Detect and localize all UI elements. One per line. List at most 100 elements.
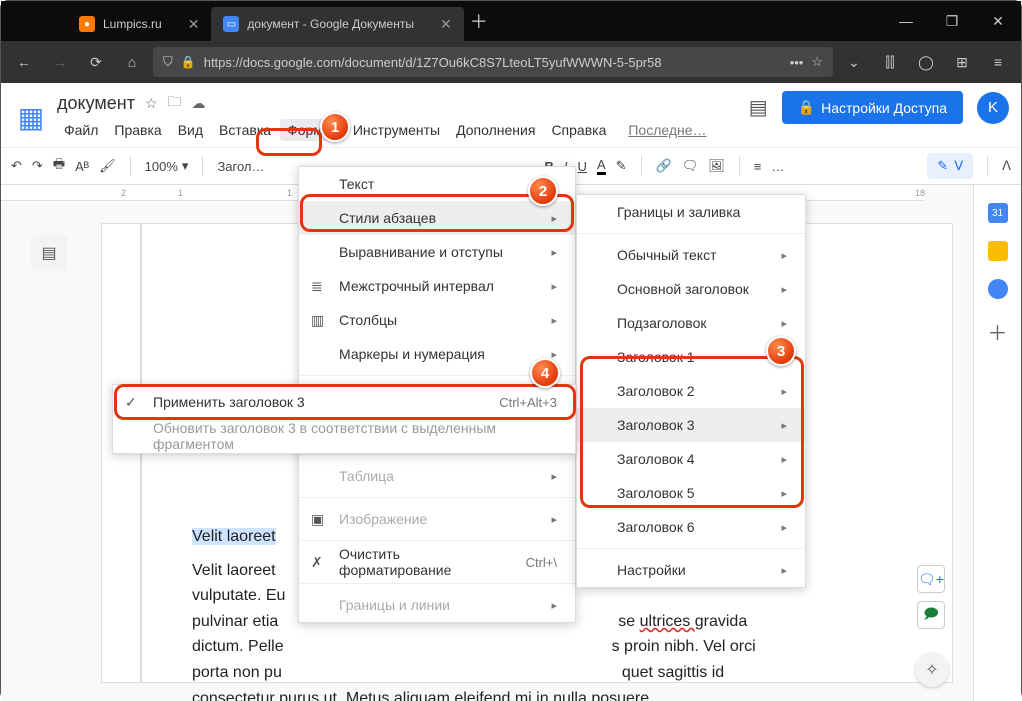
- library-icon[interactable]: ⫿⫿: [875, 47, 905, 77]
- nav-forward[interactable]: →: [45, 47, 75, 77]
- menu-heading-2[interactable]: Заголовок 2▸: [577, 374, 805, 408]
- collapse-toolbar-icon[interactable]: ᐱ: [1002, 158, 1011, 174]
- nav-back[interactable]: ←: [9, 47, 39, 77]
- spellcheck-button[interactable]: Aᴮ: [75, 159, 89, 174]
- toolbar-more[interactable]: …: [771, 159, 784, 174]
- tab-2-close-icon[interactable]: ✕: [440, 16, 452, 33]
- menu-borders-shading[interactable]: Границы и заливка: [577, 195, 805, 229]
- lock-icon: 🔒: [181, 55, 196, 69]
- menu-addons[interactable]: Дополнения: [449, 119, 542, 141]
- annotation-badge-3: 3: [766, 336, 796, 366]
- tab-2-label: документ - Google Документы: [247, 17, 414, 31]
- menu-help[interactable]: Справка: [544, 119, 613, 141]
- undo-button[interactable]: ↶: [11, 158, 22, 174]
- outline-toggle-icon[interactable]: ▤: [31, 235, 67, 271]
- menu-table: Таблица▸: [299, 459, 575, 493]
- star-doc-icon[interactable]: ☆: [145, 95, 158, 112]
- underline-button[interactable]: U: [578, 159, 587, 174]
- new-tab-button[interactable]: ＋: [464, 8, 494, 34]
- redo-button[interactable]: ↷: [32, 158, 43, 174]
- account-icon[interactable]: ◯: [911, 47, 941, 77]
- comment-button[interactable]: 🗨: [682, 158, 699, 174]
- browser-urlbar: ← → ⟳ ⌂ ⛉ 🔒 https://docs.google.com/docu…: [1, 41, 1021, 83]
- margin-action-buttons: 🗨+ 🗩: [917, 565, 945, 629]
- window-minimize[interactable]: —: [883, 1, 929, 41]
- menu-heading-4[interactable]: Заголовок 4▸: [577, 442, 805, 476]
- window-titlebar: ● Lumpics.ru ✕ ▭ документ - Google Докум…: [1, 1, 1021, 41]
- highlight-button[interactable]: ✎: [616, 158, 627, 174]
- edit-mode-icon: ✎: [937, 158, 948, 174]
- add-addon-icon[interactable]: ＋: [988, 317, 1008, 346]
- move-doc-icon[interactable]: 🗀: [168, 91, 182, 115]
- menu-heading-5[interactable]: Заголовок 5▸: [577, 476, 805, 510]
- tasks-app-icon[interactable]: [988, 279, 1008, 299]
- app-menu-icon[interactable]: ≡: [983, 47, 1013, 77]
- nav-reload[interactable]: ⟳: [81, 47, 111, 77]
- favicon-docs: ▭: [223, 16, 239, 32]
- docs-logo-icon[interactable]: ▦: [13, 93, 49, 141]
- text-color-button[interactable]: A: [597, 157, 606, 175]
- menu-clear-formatting[interactable]: ✗Очистить форматированиеCtrl+\: [299, 545, 575, 579]
- browser-tab-2[interactable]: ▭ документ - Google Документы ✕: [211, 7, 463, 41]
- heading-3-submenu: ✓Применить заголовок 3Ctrl+Alt+3 Обновит…: [112, 384, 576, 454]
- menu-insert[interactable]: Вставка: [212, 119, 278, 141]
- menu-paragraph-styles[interactable]: Стили абзацев▸: [299, 201, 575, 235]
- url-more-icon[interactable]: •••: [790, 55, 804, 70]
- menu-apply-heading-3[interactable]: ✓Применить заголовок 3Ctrl+Alt+3: [113, 385, 575, 419]
- zoom-select[interactable]: 100% ▾: [145, 158, 189, 174]
- extensions-icon[interactable]: ⊞: [947, 47, 977, 77]
- open-comments-icon[interactable]: ▤: [749, 95, 768, 120]
- annotation-badge-2: 2: [528, 176, 558, 206]
- share-button[interactable]: 🔒 Настройки Доступа: [782, 91, 963, 124]
- menu-edit[interactable]: Правка: [107, 119, 168, 141]
- link-button[interactable]: 🔗: [656, 158, 672, 174]
- user-avatar[interactable]: K: [977, 92, 1009, 124]
- keep-app-icon[interactable]: [988, 241, 1008, 261]
- menu-line-spacing[interactable]: ≣Межстрочный интервал▸: [299, 269, 575, 303]
- calendar-app-icon[interactable]: 31: [988, 203, 1008, 223]
- menu-normal-text[interactable]: Обычный текст▸: [577, 238, 805, 272]
- editing-mode-button[interactable]: ✎ ᐯ: [927, 153, 973, 179]
- docs-title-area: документ ☆ 🗀 ☁ Файл Правка Вид Вставка Ф…: [57, 91, 714, 141]
- url-field[interactable]: ⛉ 🔒 https://docs.google.com/document/d/1…: [153, 47, 833, 77]
- menu-borders-lines: Границы и линии▸: [299, 588, 575, 622]
- menu-update-heading-3[interactable]: Обновить заголовок 3 в соответствии с вы…: [113, 419, 575, 453]
- align-button[interactable]: ≡: [754, 159, 762, 174]
- browser-tab-1[interactable]: ● Lumpics.ru ✕: [67, 7, 211, 41]
- add-suggestion-icon[interactable]: 🗩: [917, 601, 945, 629]
- menu-last-edit[interactable]: Последне…: [621, 119, 713, 141]
- menu-style-options[interactable]: Настройки▸: [577, 553, 805, 587]
- share-label: Настройки Доступа: [821, 100, 947, 116]
- docs-header: ▦ документ ☆ 🗀 ☁ Файл Правка Вид Вставка…: [1, 83, 1021, 147]
- menu-view[interactable]: Вид: [171, 119, 210, 141]
- explore-button[interactable]: ✧: [915, 653, 949, 687]
- paintformat-button[interactable]: 🖌: [99, 158, 116, 174]
- menu-title[interactable]: Основной заголовок▸: [577, 272, 805, 306]
- menu-subtitle[interactable]: Подзаголовок▸: [577, 306, 805, 340]
- tab-1-close-icon[interactable]: ✕: [188, 16, 200, 33]
- menu-file[interactable]: Файл: [57, 119, 105, 141]
- shield-icon: ⛉: [163, 54, 173, 70]
- menu-align-indent[interactable]: Выравнивание и отступы▸: [299, 235, 575, 269]
- menu-columns[interactable]: ▥Столбцы▸: [299, 303, 575, 337]
- window-maximize[interactable]: ❐: [929, 1, 975, 41]
- menu-image: ▣Изображение▸: [299, 502, 575, 536]
- tab-1-label: Lumpics.ru: [103, 17, 162, 31]
- insert-image-button[interactable]: 🖼: [708, 158, 725, 174]
- url-text: https://docs.google.com/document/d/1Z7Ou…: [204, 55, 782, 70]
- nav-home[interactable]: ⌂: [117, 47, 147, 77]
- cloud-status-icon: ☁: [192, 95, 206, 112]
- menu-tools[interactable]: Инструменты: [346, 119, 447, 141]
- print-button[interactable]: 🖶: [53, 155, 65, 177]
- window-close[interactable]: ✕: [975, 1, 1021, 41]
- menu-heading-6[interactable]: Заголовок 6▸: [577, 510, 805, 544]
- add-comment-icon[interactable]: 🗨+: [917, 565, 945, 593]
- edit-mode-arrow-icon: ᐯ: [954, 158, 963, 174]
- pocket-icon[interactable]: ⌄: [839, 47, 869, 77]
- bookmark-star-icon[interactable]: ☆: [811, 54, 823, 70]
- selected-heading-text[interactable]: Velit laoreet: [192, 528, 276, 545]
- window-controls: — ❐ ✕: [883, 1, 1021, 41]
- menu-heading-3[interactable]: Заголовок 3▸: [577, 408, 805, 442]
- document-title[interactable]: документ: [57, 93, 135, 114]
- paragraph-style-select[interactable]: Загол…: [217, 159, 264, 174]
